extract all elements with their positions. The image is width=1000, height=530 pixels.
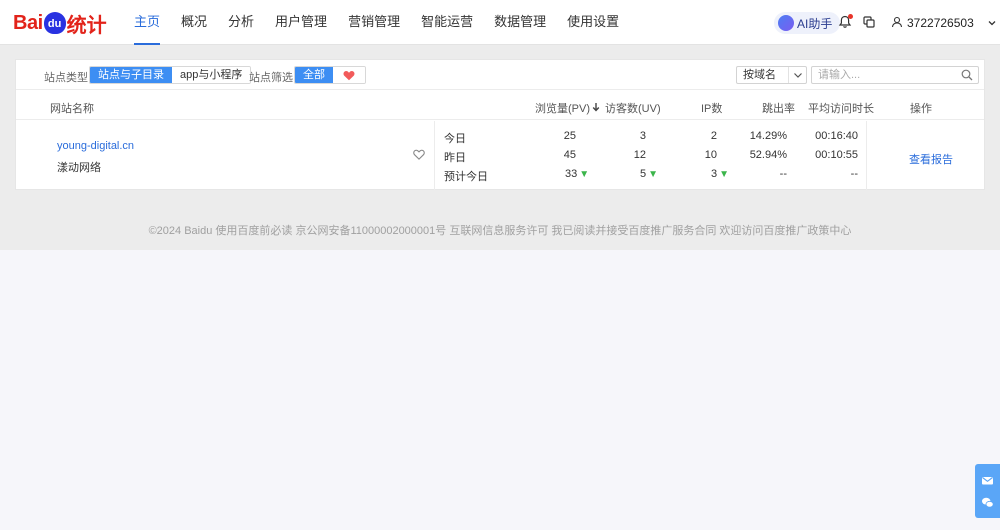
site-type-label: 站点类型: — [44, 72, 92, 84]
footer-text: ©2024 Baidu 使用百度前必读 京公网安备11000002000001号… — [148, 225, 852, 237]
col-operations: 操作 — [910, 103, 932, 115]
favorite-heart-icon[interactable] — [413, 149, 425, 160]
site-name: 漾动网络 — [57, 162, 101, 174]
period-yesterday: 昨日 — [444, 152, 466, 164]
pv-yesterday: 45 — [563, 149, 576, 161]
mail-icon[interactable] — [981, 474, 994, 487]
site-filter-toggle: 全部 — [294, 66, 366, 84]
search-field-select[interactable]: 按域名 — [736, 66, 807, 84]
nav-settings[interactable]: 使用设置 — [557, 0, 629, 45]
table-row: young-digital.cn 漾动网络 今日 昨日 预计今日 25 45 3… — [16, 121, 984, 190]
nav-marketing-management[interactable]: 营销管理 — [338, 0, 410, 45]
search-box — [811, 66, 979, 84]
user-menu[interactable]: 3722726503 — [891, 12, 998, 34]
heart-icon — [343, 71, 355, 81]
search-field-value: 按域名 — [743, 69, 776, 81]
col-site-name: 网站名称 — [50, 103, 94, 115]
view-report-link[interactable]: 查看报告 — [909, 151, 953, 167]
switch-account-icon[interactable] — [862, 15, 876, 29]
notification-bell-icon[interactable] — [838, 14, 853, 29]
logo-tongji: 统计 — [66, 12, 107, 37]
sort-desc-icon — [592, 103, 600, 112]
notification-dot — [848, 14, 853, 19]
avg-time-forecast: -- — [850, 168, 858, 180]
nav-home[interactable]: 主页 — [124, 0, 170, 45]
nav-overview[interactable]: 概况 — [171, 0, 217, 45]
filter-bar: 站点类型: 站点与子目录 app与小程序 站点筛选: 全部 按域名 — [16, 60, 984, 90]
column-divider — [434, 121, 435, 190]
site-list-panel: 站点类型: 站点与子目录 app与小程序 站点筛选: 全部 按域名 网站名称 — [15, 59, 985, 190]
arrow-down-icon: ▼ — [579, 169, 590, 180]
nav-data-management[interactable]: 数据管理 — [484, 0, 556, 45]
floating-contact-bar — [975, 464, 1000, 518]
bounce-yesterday: 52.94% — [749, 149, 787, 161]
ai-assistant-icon — [778, 15, 794, 31]
search-input[interactable] — [812, 67, 952, 83]
site-filter-label: 站点筛选: — [249, 72, 297, 84]
table-header: 网站名称 浏览量(PV) 访客数(UV) IP数 跳出率 平均访问时长 操作 — [16, 91, 984, 120]
ip-yesterday: 10 — [704, 149, 717, 161]
site-filter-favorites[interactable] — [333, 67, 365, 83]
uv-yesterday: 12 — [633, 149, 646, 161]
avg-time-today: 00:16:40 — [815, 130, 858, 142]
ip-today: 2 — [710, 130, 717, 142]
column-divider — [866, 121, 867, 190]
col-pv-label: 浏览量(PV) — [535, 103, 590, 115]
ai-assistant-label: AI助手 — [797, 16, 833, 31]
main-nav: 主页 概况 分析 用户管理 营销管理 智能运营 数据管理 使用设置 — [124, 0, 630, 45]
page-background-lower — [0, 250, 1000, 530]
site-type-apps[interactable]: app与小程序 — [172, 67, 251, 83]
uv-forecast-cell: 5 ▼ — [640, 168, 658, 180]
pv-today: 25 — [563, 130, 576, 142]
top-nav: Bai du 统计 主页 概况 分析 用户管理 营销管理 智能运营 数据管理 使… — [0, 0, 1000, 45]
pv-forecast: 33 — [565, 168, 578, 180]
col-uv[interactable]: 访客数(UV) — [605, 100, 661, 116]
site-url-link[interactable]: young-digital.cn — [57, 140, 134, 152]
ai-assistant-button[interactable]: AI助手 — [774, 12, 841, 34]
arrow-down-icon: ▼ — [648, 169, 659, 180]
chevron-down-icon — [986, 17, 998, 29]
bounce-forecast: -- — [779, 168, 787, 180]
uv-forecast: 5 — [640, 168, 647, 180]
chat-icon[interactable] — [981, 496, 994, 509]
avg-time-yesterday: 00:10:55 — [815, 149, 858, 161]
col-pv[interactable]: 浏览量(PV) — [535, 100, 600, 116]
col-ip[interactable]: IP数 — [701, 100, 722, 116]
nav-analysis[interactable]: 分析 — [218, 0, 264, 45]
period-forecast: 预计今日 — [444, 171, 488, 183]
username: 3722726503 — [907, 16, 974, 30]
pv-forecast-cell: 33 ▼ — [565, 168, 589, 180]
nav-user-management[interactable]: 用户管理 — [265, 0, 337, 45]
period-today: 今日 — [444, 133, 466, 145]
site-type-toggle: 站点与子目录 app与小程序 — [89, 66, 252, 84]
logo-paw: du — [43, 12, 66, 34]
site-filter-all[interactable]: 全部 — [295, 67, 333, 83]
col-bounce-rate[interactable]: 跳出率 — [762, 100, 795, 116]
nav-smart-operations[interactable]: 智能运营 — [411, 0, 483, 45]
user-icon — [891, 16, 903, 31]
search-icon[interactable] — [961, 69, 973, 81]
bounce-today: 14.29% — [749, 130, 787, 142]
ip-forecast: 3 — [711, 168, 718, 180]
baidu-tongji-logo[interactable]: Bai du 统计 — [13, 9, 107, 37]
col-avg-duration[interactable]: 平均访问时长 — [808, 100, 874, 116]
uv-today: 3 — [639, 130, 646, 142]
logo-bai: Bai — [13, 11, 43, 34]
site-type-sites[interactable]: 站点与子目录 — [90, 67, 172, 83]
chevron-down-icon — [788, 67, 806, 83]
